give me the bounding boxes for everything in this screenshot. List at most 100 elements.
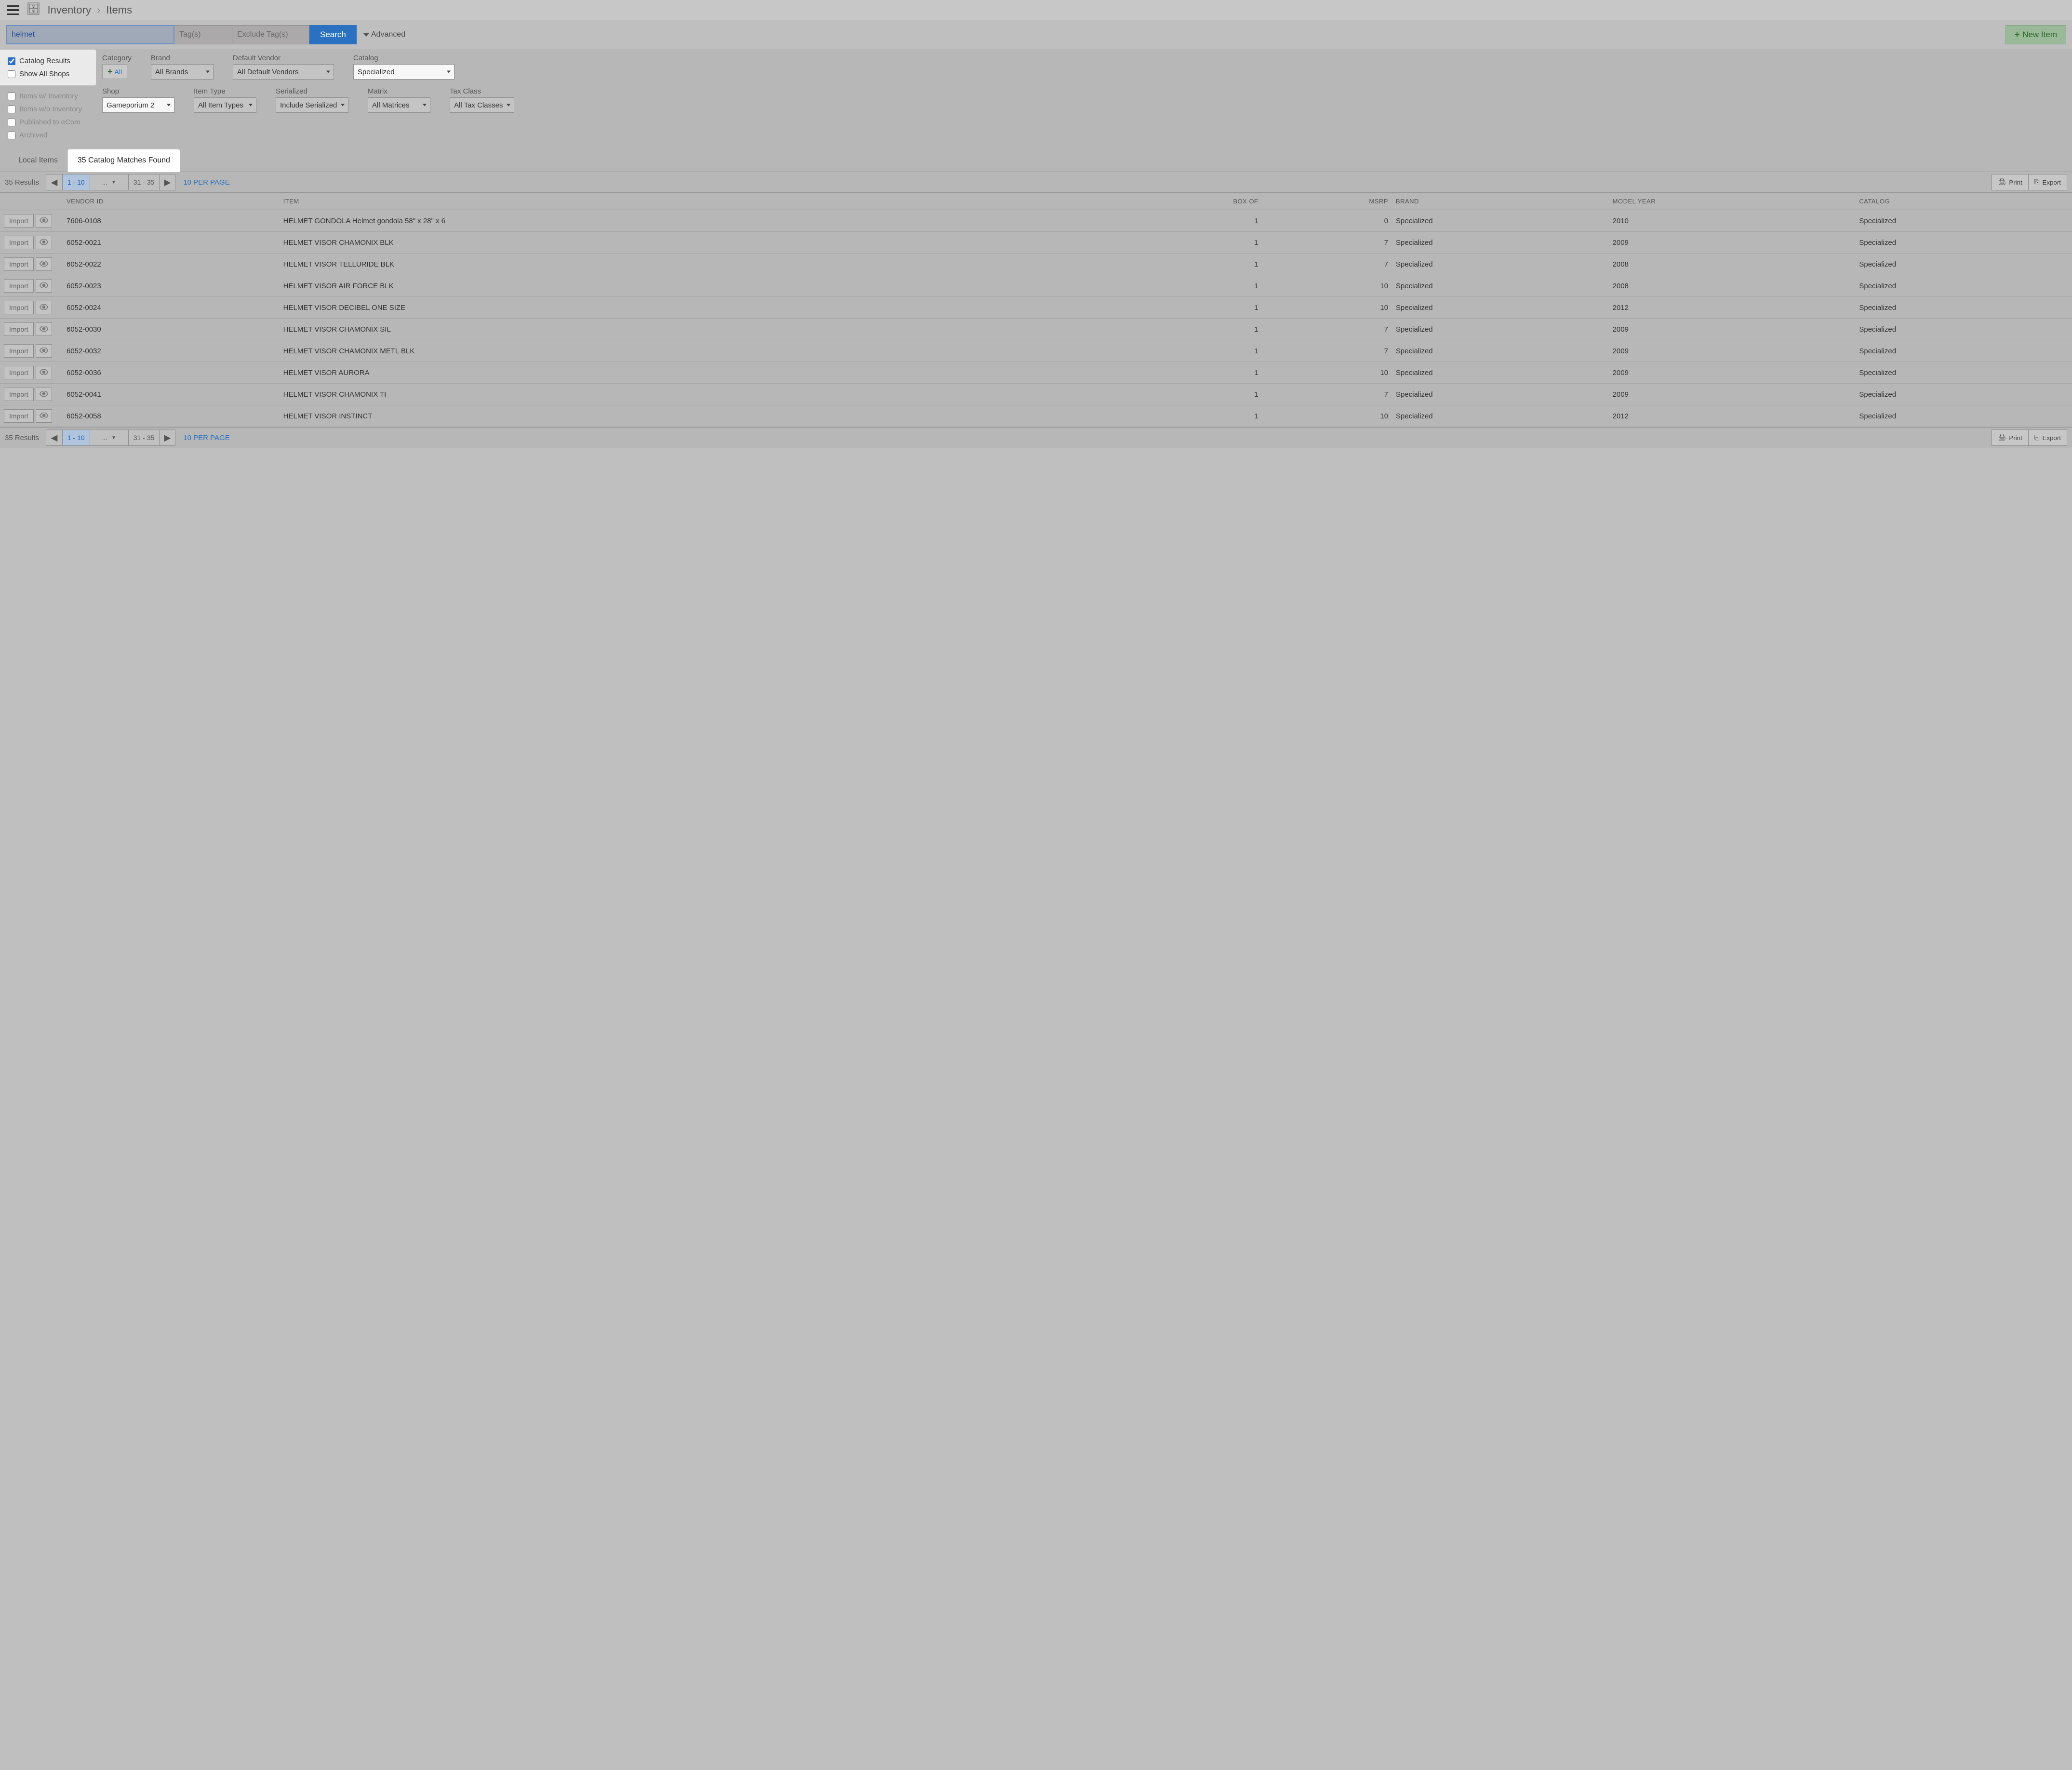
facet-published-ecom[interactable]: Published to eCom xyxy=(8,116,102,129)
pager-range-current-footer[interactable]: 1 - 10 xyxy=(62,429,90,446)
pager-range-dropdown-footer[interactable]: ... ▼ xyxy=(90,429,128,446)
category-all-button[interactable]: + All xyxy=(102,64,127,79)
preview-button[interactable] xyxy=(36,344,52,358)
cell-item: HELMET VISOR CHAMONIX SIL xyxy=(280,319,1103,340)
preview-button[interactable] xyxy=(36,301,52,314)
pager-range-last[interactable]: 31 - 35 xyxy=(128,174,160,190)
print-button-footer[interactable]: 🖨 Print xyxy=(1992,429,2028,446)
catalog-select[interactable]: Specialized xyxy=(353,64,455,80)
export-button-footer[interactable]: ⎘ Export xyxy=(2029,429,2067,446)
print-button[interactable]: 🖨 Print xyxy=(1992,174,2028,190)
table-row: Import6052-0022HELMET VISOR TELLURIDE BL… xyxy=(0,254,2072,275)
table-row: Import6052-0032HELMET VISOR CHAMONIX MET… xyxy=(0,340,2072,362)
chevron-left-icon: ◀ xyxy=(51,433,57,443)
results-count: 35 Results xyxy=(5,178,39,187)
import-button[interactable]: Import xyxy=(4,279,34,293)
preview-button[interactable] xyxy=(36,214,52,228)
facet-items-with-inventory[interactable]: Items w/ Inventory xyxy=(8,90,102,103)
cell-msrp: 10 xyxy=(1262,275,1392,297)
matrix-select[interactable]: All Matrices xyxy=(368,97,430,113)
export-button[interactable]: ⎘ Export xyxy=(2029,174,2067,190)
facet-published-ecom-checkbox[interactable] xyxy=(8,119,15,126)
facet-items-without-inventory-checkbox[interactable] xyxy=(8,106,15,113)
search-input[interactable] xyxy=(6,25,174,44)
chevron-right-icon: ▶ xyxy=(164,433,171,443)
preview-button[interactable] xyxy=(36,279,52,293)
vendor-select[interactable]: All Default Vendors xyxy=(233,64,334,80)
chevron-right-icon: ▶ xyxy=(164,177,171,188)
cell-brand: Specialized xyxy=(1392,384,1609,405)
pager-next-button[interactable]: ▶ xyxy=(159,174,175,190)
exclude-tags-input[interactable] xyxy=(232,25,309,44)
tags-input[interactable] xyxy=(174,25,232,44)
shop-select[interactable]: Gameporium 2 xyxy=(102,97,174,113)
import-button[interactable]: Import xyxy=(4,214,34,228)
preview-button[interactable] xyxy=(36,322,52,336)
eye-icon xyxy=(40,239,48,246)
tab-catalog-matches[interactable]: 35 Catalog Matches Found xyxy=(67,149,180,172)
col-catalog[interactable]: CATALOG xyxy=(1855,193,2072,210)
cell-catalog: Specialized xyxy=(1855,297,2072,319)
eye-icon xyxy=(40,304,48,311)
table-row: Import6052-0030HELMET VISOR CHAMONIX SIL… xyxy=(0,319,2072,340)
col-msrp[interactable]: MSRP xyxy=(1262,193,1392,210)
table-row: Import6052-0024HELMET VISOR DECIBEL ONE … xyxy=(0,297,2072,319)
per-page-link[interactable]: 10 PER PAGE xyxy=(183,178,229,187)
pager-range-dropdown[interactable]: ... ▼ xyxy=(90,174,128,190)
facet-catalog-results[interactable]: Catalog Results xyxy=(8,54,88,67)
import-button[interactable]: Import xyxy=(4,409,34,423)
cell-item: HELMET VISOR INSTINCT xyxy=(280,405,1103,427)
import-button[interactable]: Import xyxy=(4,257,34,271)
col-vendor-id[interactable]: VENDOR ID xyxy=(63,193,280,210)
breadcrumb-root[interactable]: Inventory xyxy=(47,4,91,16)
cell-msrp: 7 xyxy=(1262,232,1392,254)
col-box-of[interactable]: BOX OF xyxy=(1103,193,1262,210)
tax-select[interactable]: All Tax Classes xyxy=(450,97,514,113)
cell-item: HELMET GONDOLA Helmet gondola 58" x 28" … xyxy=(280,210,1103,232)
menu-icon[interactable] xyxy=(7,5,19,15)
preview-button[interactable] xyxy=(36,388,52,401)
pager-prev-button-footer[interactable]: ◀ xyxy=(46,429,62,446)
facet-archived-checkbox[interactable] xyxy=(8,132,15,139)
print-label: Print xyxy=(2009,179,2022,186)
pager-prev-button[interactable]: ◀ xyxy=(46,174,62,190)
search-button[interactable]: Search xyxy=(309,25,357,44)
import-button[interactable]: Import xyxy=(4,236,34,249)
preview-button[interactable] xyxy=(36,409,52,423)
chevron-right-icon: › xyxy=(97,4,100,16)
import-button[interactable]: Import xyxy=(4,301,34,314)
pager-next-button-footer[interactable]: ▶ xyxy=(159,429,175,446)
tab-local-items[interactable]: Local Items xyxy=(9,149,67,172)
new-item-button[interactable]: + New Item xyxy=(2005,25,2066,44)
printer-icon: 🖨 xyxy=(1998,178,2006,186)
preview-button[interactable] xyxy=(36,236,52,249)
import-button[interactable]: Import xyxy=(4,344,34,358)
pager-range-last-footer[interactable]: 31 - 35 xyxy=(128,429,160,446)
type-select[interactable]: All Item Types xyxy=(194,97,256,113)
cell-box-of: 1 xyxy=(1103,384,1262,405)
cell-msrp: 7 xyxy=(1262,340,1392,362)
serialized-select[interactable]: Include Serialized xyxy=(276,97,348,113)
col-brand[interactable]: BRAND xyxy=(1392,193,1609,210)
brand-select[interactable]: All Brands xyxy=(151,64,214,80)
import-button[interactable]: Import xyxy=(4,366,34,379)
preview-button[interactable] xyxy=(36,257,52,271)
col-model-year[interactable]: MODEL YEAR xyxy=(1609,193,1856,210)
facet-show-all-shops-checkbox[interactable] xyxy=(8,70,15,78)
export-label: Export xyxy=(2042,434,2061,442)
facet-items-without-inventory[interactable]: Items w/o Inventory xyxy=(8,103,102,116)
cell-model-year: 2009 xyxy=(1609,384,1856,405)
facet-archived[interactable]: Archived xyxy=(8,129,102,142)
per-page-link-footer[interactable]: 10 PER PAGE xyxy=(183,434,229,442)
facet-items-with-inventory-checkbox[interactable] xyxy=(8,93,15,100)
pager-range-current[interactable]: 1 - 10 xyxy=(62,174,90,190)
cell-model-year: 2009 xyxy=(1609,362,1856,384)
caret-down-icon: ▼ xyxy=(111,180,116,185)
import-button[interactable]: Import xyxy=(4,322,34,336)
facet-catalog-results-checkbox[interactable] xyxy=(8,57,15,65)
preview-button[interactable] xyxy=(36,366,52,379)
advanced-toggle[interactable]: Advanced xyxy=(363,25,405,44)
col-item[interactable]: ITEM xyxy=(280,193,1103,210)
facet-show-all-shops[interactable]: Show All Shops xyxy=(8,67,88,80)
import-button[interactable]: Import xyxy=(4,388,34,401)
